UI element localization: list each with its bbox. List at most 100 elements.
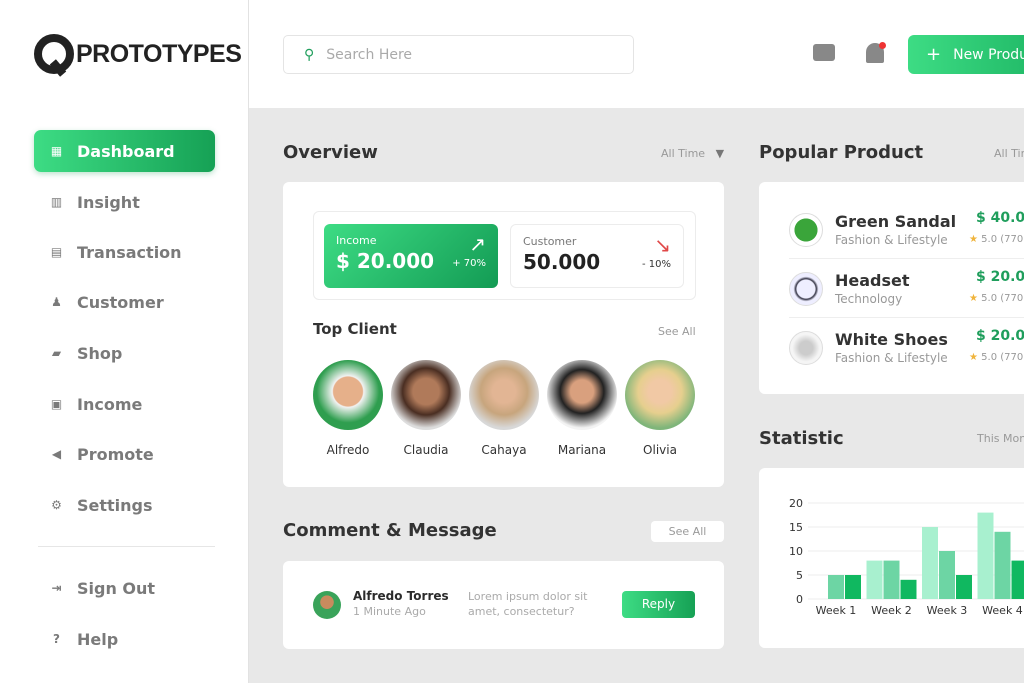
sidebar-item-customer[interactable]: ♟ Customer [34, 281, 215, 323]
sidebar-item-income[interactable]: ▣ Income [34, 383, 215, 425]
sidebar-item-help[interactable]: ? Help [34, 618, 215, 660]
product-thumbnail [789, 330, 823, 365]
message-icon[interactable] [813, 44, 835, 61]
sidebar-item-label: Settings [77, 495, 153, 515]
sidebar-item-sign-out[interactable]: ⇥ Sign Out [34, 567, 215, 609]
overview-title: Overview [283, 142, 378, 163]
sidebar-item-transaction[interactable]: ▤ Transaction [34, 231, 215, 273]
sidebar-item-label: Transaction [77, 242, 182, 262]
sidebar-item-promote[interactable]: ◀ Promote [34, 433, 215, 475]
sidebar-item-shop[interactable]: ▰ Shop [34, 332, 215, 374]
money-icon: ▣ [50, 397, 63, 411]
product-rating: ★ 5.0 (770) [969, 352, 1024, 363]
top-client-see-all[interactable]: See All [658, 325, 696, 338]
sidebar: PROTOTYPES ▦ Dashboard ▥ Insight ▤ Transactio… [0, 0, 249, 683]
comment-time: 1 Minute Ago [353, 605, 426, 618]
top-client-title: Top Client [313, 320, 397, 338]
customer-change: - 10% [641, 259, 671, 270]
bar-chart-icon: ▥ [50, 195, 63, 209]
trend-up-icon: ↗ [469, 232, 486, 256]
client-name: Claudia [403, 443, 449, 457]
bell-icon[interactable] [866, 42, 886, 63]
product-rating: ★ 5.0 (770) [969, 234, 1024, 245]
client-alfredo[interactable]: Alfredo [313, 360, 383, 457]
product-price: $ 40.000 [976, 210, 1024, 226]
logo-text: PROTOTYPES [76, 39, 242, 68]
statistic-filter[interactable]: This Month [977, 432, 1024, 445]
customer-card[interactable]: Customer 50.000 ↘ - 10% [510, 224, 684, 288]
product-item[interactable]: White Shoes Fashion & Lifestyle [789, 330, 948, 365]
avatar [313, 360, 383, 430]
bag-icon: ▰ [51, 346, 62, 360]
rating-value: 5.0 (770) [981, 352, 1024, 363]
client-name: Olivia [643, 443, 677, 457]
product-category: Fashion & Lifestyle [835, 233, 948, 247]
product-item[interactable]: Headset Technology [789, 271, 910, 306]
avatar [469, 360, 539, 430]
popular-filter[interactable]: All Time [994, 147, 1024, 160]
sidebar-item-label: Help [77, 629, 119, 649]
sidebar-item-label: Customer [77, 292, 164, 312]
rating-value: 5.0 (770) [981, 234, 1024, 245]
product-item[interactable]: Green Sandal Fashion & Lifestyle [789, 212, 956, 247]
income-label: Income [336, 234, 377, 247]
statistic-title: Statistic [759, 428, 844, 449]
comments-see-all[interactable]: See All [651, 521, 724, 542]
megaphone-icon: ◀ [51, 447, 62, 461]
sidebar-divider [38, 546, 215, 547]
client-name: Cahaya [481, 443, 527, 457]
sidebar-item-dashboard[interactable]: ▦ Dashboard [34, 130, 215, 172]
client-cahaya[interactable]: Cahaya [469, 360, 539, 457]
sidebar-item-label: Income [77, 394, 143, 414]
avatar [391, 360, 461, 430]
sidebar-item-settings[interactable]: ⚙ Settings [34, 484, 215, 526]
customer-label: Customer [523, 235, 577, 248]
avatar [625, 360, 695, 430]
sidebar-item-insight[interactable]: ▥ Insight [34, 181, 215, 223]
reply-button[interactable]: Reply [622, 591, 695, 618]
overview-filter-label: All Time [661, 147, 706, 160]
sign-out-icon: ⇥ [51, 581, 62, 595]
sidebar-item-label: Dashboard [77, 141, 175, 161]
new-product-button[interactable]: + New Product [908, 35, 1024, 74]
product-price: $ 20.000 [976, 328, 1024, 344]
grid-icon: ▦ [50, 144, 63, 158]
comments-title: Comment & Message [283, 520, 497, 541]
search-icon: ⚲ [304, 46, 315, 63]
comment-item: Alfredo Torres 1 Minute Ago Lorem ipsum … [283, 561, 724, 649]
overview-filter[interactable]: All Time ▼ [661, 147, 724, 160]
client-claudia[interactable]: Claudia [391, 360, 461, 457]
sidebar-item-label: Insight [77, 192, 140, 212]
divider [789, 317, 1024, 318]
product-rating: ★ 5.0 (770) [969, 293, 1024, 304]
new-product-label: New Product [953, 46, 1024, 63]
client-name: Alfredo [326, 443, 370, 457]
logo[interactable]: PROTOTYPES [34, 34, 242, 74]
sidebar-item-label: Sign Out [77, 578, 156, 598]
plus-icon: + [926, 44, 942, 65]
product-name: Headset [835, 271, 910, 290]
avatar [313, 591, 341, 619]
chevron-down-icon: ▼ [715, 147, 725, 160]
client-mariana[interactable]: Mariana [547, 360, 617, 457]
comment-message: Lorem ipsum dolor sit amet, consectetur? [468, 590, 588, 618]
product-name: White Shoes [835, 330, 948, 349]
search-input[interactable]: ⚲ Search Here [283, 35, 634, 74]
star-icon: ★ [969, 352, 978, 363]
avatar [547, 360, 617, 430]
income-card[interactable]: Income $ 20.000 ↗ + 70% [324, 224, 498, 288]
product-thumbnail [789, 212, 823, 247]
statistic-card [759, 468, 1024, 648]
trend-down-icon: ↘ [654, 233, 671, 257]
sidebar-item-label: Shop [77, 343, 123, 363]
users-icon: ♟ [51, 295, 62, 309]
star-icon: ★ [969, 234, 978, 245]
product-name: Green Sandal [835, 212, 957, 231]
product-price: $ 20.000 [976, 269, 1024, 285]
gear-icon: ⚙ [51, 498, 62, 512]
logo-q-mark [34, 34, 74, 74]
product-category: Technology [835, 292, 903, 306]
income-change: + 70% [452, 258, 486, 269]
product-category: Fashion & Lifestyle [835, 351, 948, 365]
client-olivia[interactable]: Olivia [625, 360, 695, 457]
